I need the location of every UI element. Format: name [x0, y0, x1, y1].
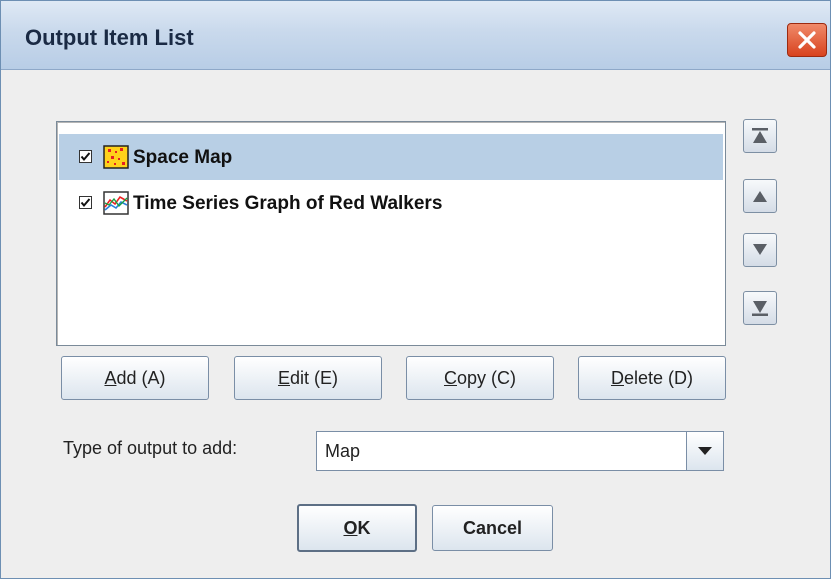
output-type-select[interactable]: Map [316, 431, 724, 471]
close-button[interactable] [787, 23, 827, 57]
ok-button[interactable]: OK [297, 504, 417, 552]
output-type-label: Type of output to add: [63, 438, 238, 458]
list-item-label: Space Map [133, 147, 233, 168]
move-up-button[interactable] [743, 179, 777, 213]
time-series-graph-icon [103, 191, 129, 215]
arrow-down-icon [753, 244, 767, 255]
ok-label: K [357, 518, 371, 538]
space-map-icon [103, 145, 129, 169]
title-bar[interactable]: Output Item List [1, 1, 830, 70]
output-type-value: Map [325, 441, 361, 461]
delete-label: elete (D) [623, 368, 694, 388]
cancel-button[interactable]: Cancel [432, 505, 553, 551]
checkbox-checked-icon[interactable] [79, 150, 92, 163]
add-label: dd (A) [116, 368, 166, 388]
move-to-bottom-icon [752, 301, 768, 316]
list-item-label: Time Series Graph of Red Walkers [133, 193, 443, 214]
copy-button[interactable]: Copy (C) [406, 356, 554, 400]
copy-label: opy (C) [456, 368, 516, 388]
close-icon [798, 31, 816, 49]
arrow-up-icon [753, 191, 767, 202]
delete-button[interactable]: Delete (D) [578, 356, 726, 400]
checkbox-checked-icon[interactable] [79, 196, 92, 209]
ok-mnemonic: O [343, 518, 358, 538]
move-down-button[interactable] [743, 233, 777, 267]
add-button[interactable]: Add (A) [61, 356, 209, 400]
dropdown-button[interactable] [686, 432, 723, 470]
list-item[interactable]: Time Series Graph of Red Walkers [59, 180, 723, 226]
edit-button[interactable]: Edit (E) [234, 356, 382, 400]
delete-mnemonic: D [610, 368, 624, 388]
copy-mnemonic: C [443, 368, 457, 388]
output-item-list-dialog: Output Item List Space Map Time Series G… [0, 0, 831, 579]
move-to-top-button[interactable] [743, 119, 777, 153]
output-item-list[interactable]: Space Map Time Series Graph of Red Walke… [56, 121, 726, 346]
chevron-down-icon [698, 447, 712, 455]
window-title: Output Item List [25, 25, 194, 50]
edit-mnemonic: E [277, 368, 290, 388]
edit-label: dit (E) [290, 368, 339, 388]
add-mnemonic: A [104, 368, 117, 388]
move-to-top-icon [752, 128, 768, 143]
list-item[interactable]: Space Map [59, 134, 723, 180]
move-to-bottom-button[interactable] [743, 291, 777, 325]
